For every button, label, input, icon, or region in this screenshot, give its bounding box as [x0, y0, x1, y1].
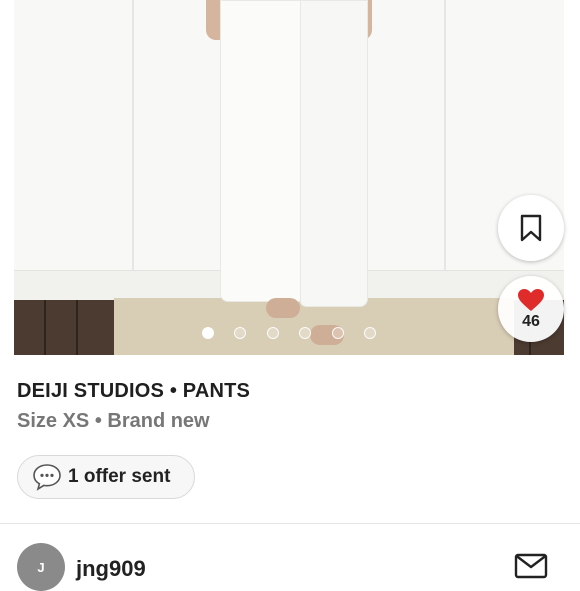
carousel-dot[interactable] [299, 327, 312, 339]
heart-icon [518, 288, 544, 311]
chat-bubble-icon [33, 464, 61, 491]
avatar-initial: J [37, 559, 45, 575]
carousel-dot[interactable] [234, 327, 247, 339]
message-seller-button[interactable] [514, 553, 548, 581]
listing-photo[interactable] [14, 0, 564, 355]
photo-wall-seam [444, 0, 446, 300]
offer-status-button[interactable]: 1 offer sent [17, 455, 195, 499]
listing-subtitle: Size XS • Brand new [17, 410, 210, 432]
photo-wall-seam [132, 0, 134, 300]
carousel-indicator [14, 326, 564, 342]
carousel-dot[interactable] [266, 327, 279, 339]
mail-icon [514, 553, 548, 579]
carousel-dot[interactable] [201, 327, 214, 339]
section-divider [0, 523, 580, 524]
bookmark-icon [520, 214, 542, 242]
photo-pants-left-leg [220, 0, 304, 302]
like-button[interactable]: 46 [498, 276, 564, 342]
photo-pants-right-leg [300, 0, 368, 307]
photo-foot [266, 298, 300, 318]
seller-username[interactable]: jng909 [76, 556, 146, 582]
seller-avatar[interactable]: J [17, 543, 65, 591]
listing-title: DEIJI STUDIOS • PANTS [17, 380, 251, 402]
carousel-dot[interactable] [364, 327, 377, 339]
bookmark-button[interactable] [498, 195, 564, 261]
offer-status-label: 1 offer sent [68, 466, 171, 487]
like-count: 46 [522, 312, 540, 330]
carousel-dot[interactable] [331, 327, 344, 339]
